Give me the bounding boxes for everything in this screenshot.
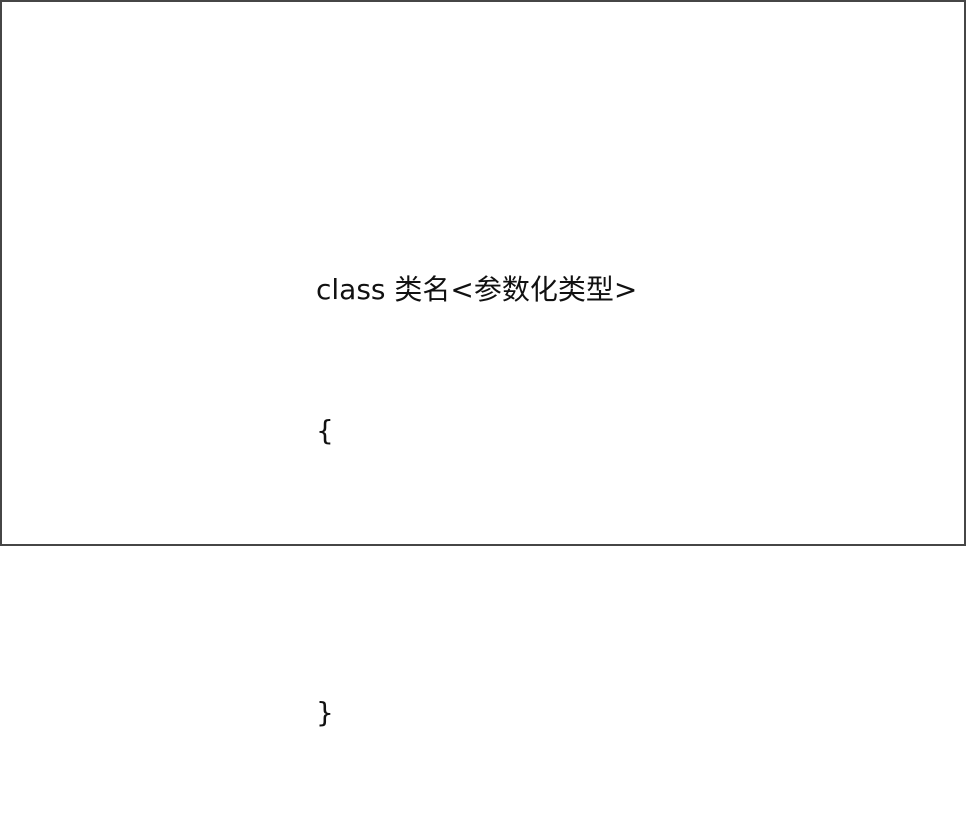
empty-body-line: [316, 548, 637, 595]
code-block: class 类名<参数化类型> { }: [316, 172, 637, 830]
close-brace-line: }: [316, 696, 334, 729]
slide: class 类名<参数化类型> { }: [0, 0, 966, 729]
class-declaration-line: class 类名<参数化类型>: [316, 273, 638, 306]
open-brace-line: {: [316, 414, 334, 447]
